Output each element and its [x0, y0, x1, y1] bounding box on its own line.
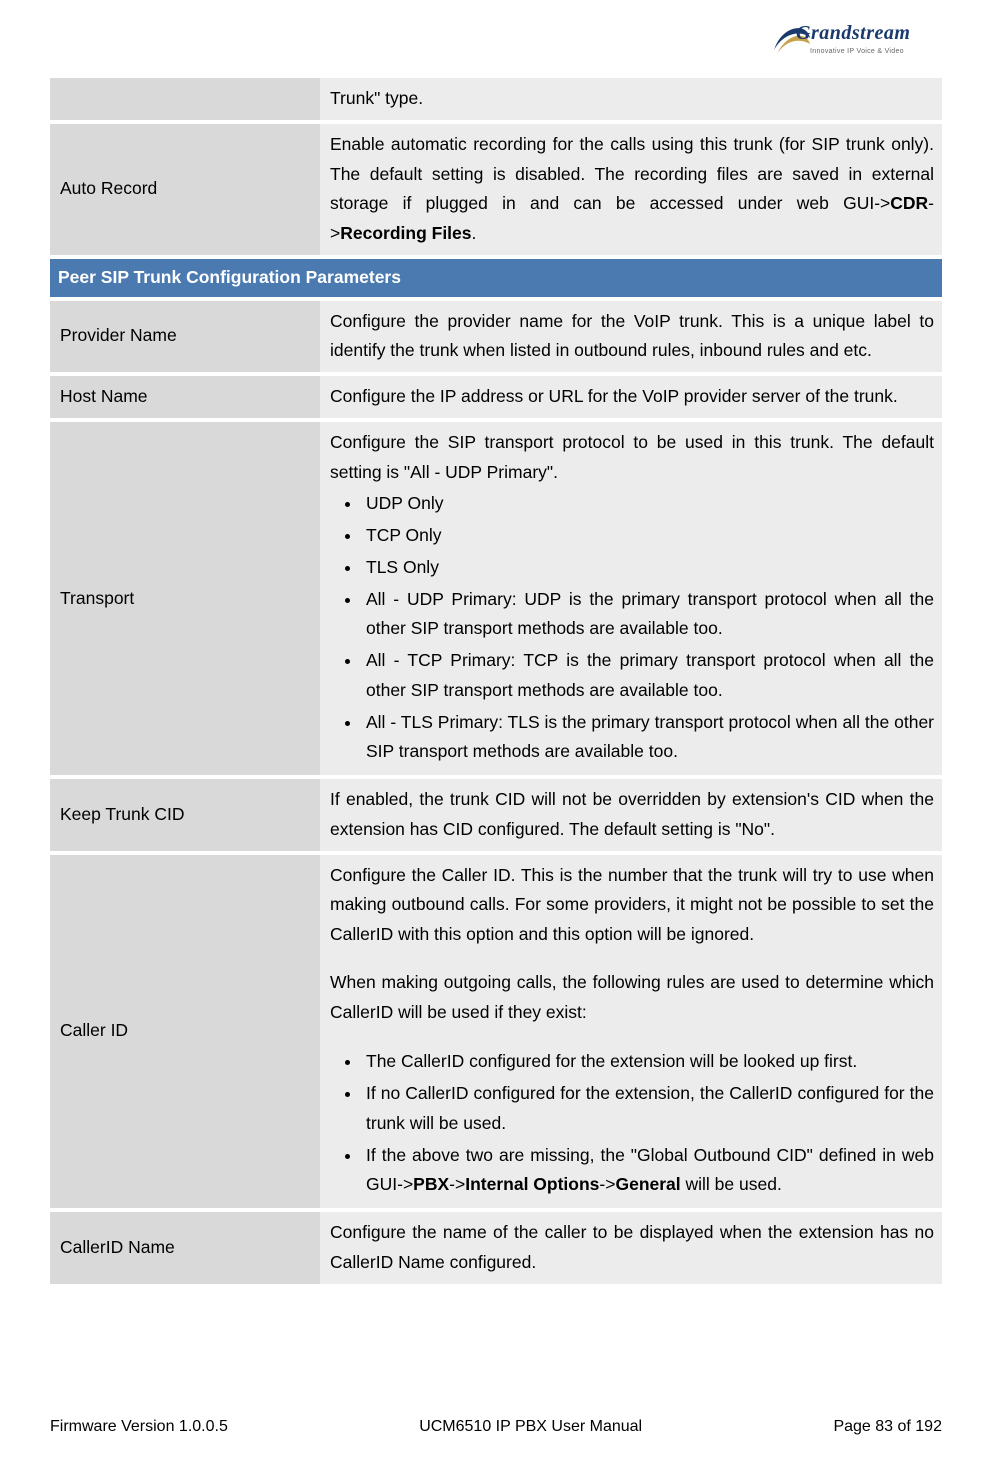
- caller-id-label: Caller ID: [60, 1020, 128, 1040]
- param-desc-cell: Configure the Caller ID. This is the num…: [320, 855, 942, 1209]
- list-item: All - TLS Primary: TLS is the primary tr…: [362, 708, 934, 768]
- page-footer: Firmware Version 1.0.0.5 UCM6510 IP PBX …: [50, 1418, 942, 1436]
- bold-recording-files: Recording Files: [340, 223, 471, 243]
- grandstream-logo: Grandstream Innovative IP Voice & Video: [772, 20, 942, 66]
- trunk-type-fragment-text: Trunk" type.: [330, 88, 423, 108]
- spacer: [330, 950, 934, 968]
- logo-brand-text: Grandstream: [796, 22, 910, 45]
- auto-record-desc-part: Enable automatic recording for the calls…: [330, 134, 934, 214]
- li3-part-c: will be used.: [681, 1174, 782, 1194]
- param-label-cell: CallerID Name: [50, 1212, 320, 1284]
- list-item: All - TCP Primary: TCP is the primary tr…: [362, 646, 934, 706]
- param-label-cell: Provider Name: [50, 301, 320, 373]
- bold-general: General: [615, 1174, 680, 1194]
- callerid-name-desc: Configure the name of the caller to be d…: [330, 1222, 934, 1272]
- param-desc-cell: Configure the IP address or URL for the …: [320, 376, 942, 418]
- table-row: Transport Configure the SIP transport pr…: [50, 422, 942, 775]
- param-desc-cell: Trunk" type.: [320, 78, 942, 120]
- list-item: The CallerID configured for the extensio…: [362, 1047, 934, 1077]
- footer-manual-title: UCM6510 IP PBX User Manual: [419, 1418, 642, 1436]
- section-header-cell: Peer SIP Trunk Configuration Parameters: [50, 259, 942, 297]
- list-item: All - UDP Primary: UDP is the primary tr…: [362, 585, 934, 645]
- param-label-cell: [50, 78, 320, 120]
- auto-record-desc-end: .: [472, 223, 477, 243]
- list-item: If the above two are missing, the "Globa…: [362, 1141, 934, 1201]
- li3-sep2: ->: [599, 1174, 615, 1194]
- param-label-cell: Auto Record: [50, 124, 320, 255]
- caller-id-p1: Configure the Caller ID. This is the num…: [330, 861, 934, 950]
- bold-pbx: PBX: [413, 1174, 449, 1194]
- logo-tagline-text: Innovative IP Voice & Video: [810, 48, 904, 55]
- auto-record-label: Auto Record: [60, 178, 157, 198]
- param-desc-cell: Configure the provider name for the VoIP…: [320, 301, 942, 373]
- table-row: Trunk" type.: [50, 78, 942, 120]
- table-row: Provider Name Configure the provider nam…: [50, 301, 942, 373]
- param-label-cell: Transport: [50, 422, 320, 775]
- param-label-cell: Keep Trunk CID: [50, 779, 320, 851]
- list-item: UDP Only: [362, 489, 934, 519]
- section-header-text: Peer SIP Trunk Configuration Parameters: [58, 267, 401, 287]
- param-label-cell: Host Name: [50, 376, 320, 418]
- list-item: If no CallerID configured for the extens…: [362, 1079, 934, 1139]
- footer-page-number: Page 83 of 192: [833, 1418, 942, 1436]
- transport-list: UDP Only TCP Only TLS Only All - UDP Pri…: [330, 489, 934, 767]
- config-table: Trunk" type. Auto Record Enable automati…: [50, 74, 942, 1288]
- table-row: CallerID Name Configure the name of the …: [50, 1212, 942, 1284]
- table-row: Keep Trunk CID If enabled, the trunk CID…: [50, 779, 942, 851]
- table-row: Caller ID Configure the Caller ID. This …: [50, 855, 942, 1209]
- caller-id-list: The CallerID configured for the extensio…: [330, 1047, 934, 1200]
- param-label-cell: Caller ID: [50, 855, 320, 1209]
- keep-trunk-cid-label: Keep Trunk CID: [60, 804, 185, 824]
- transport-label: Transport: [60, 588, 134, 608]
- table-row: Auto Record Enable automatic recording f…: [50, 124, 942, 255]
- spacer: [330, 1027, 934, 1045]
- section-header-row: Peer SIP Trunk Configuration Parameters: [50, 259, 942, 297]
- logo-area: Grandstream Innovative IP Voice & Video: [50, 20, 942, 66]
- provider-name-label: Provider Name: [60, 325, 177, 345]
- provider-name-desc: Configure the provider name for the VoIP…: [330, 311, 934, 361]
- param-desc-cell: If enabled, the trunk CID will not be ov…: [320, 779, 942, 851]
- list-item: TCP Only: [362, 521, 934, 551]
- caller-id-p2: When making outgoing calls, the followin…: [330, 968, 934, 1028]
- transport-intro: Configure the SIP transport protocol to …: [330, 428, 934, 488]
- host-name-desc: Configure the IP address or URL for the …: [330, 386, 898, 406]
- param-desc-cell: Configure the SIP transport protocol to …: [320, 422, 942, 775]
- host-name-label: Host Name: [60, 386, 148, 406]
- bold-cdr: CDR: [890, 193, 928, 213]
- param-desc-cell: Enable automatic recording for the calls…: [320, 124, 942, 255]
- document-page: Grandstream Innovative IP Voice & Video …: [0, 0, 992, 1470]
- li3-sep1: ->: [449, 1174, 465, 1194]
- table-row: Host Name Configure the IP address or UR…: [50, 376, 942, 418]
- keep-trunk-cid-desc: If enabled, the trunk CID will not be ov…: [330, 789, 934, 839]
- param-desc-cell: Configure the name of the caller to be d…: [320, 1212, 942, 1284]
- footer-firmware-version: Firmware Version 1.0.0.5: [50, 1418, 228, 1436]
- callerid-name-label: CallerID Name: [60, 1237, 175, 1257]
- bold-internal-options: Internal Options: [465, 1174, 599, 1194]
- list-item: TLS Only: [362, 553, 934, 583]
